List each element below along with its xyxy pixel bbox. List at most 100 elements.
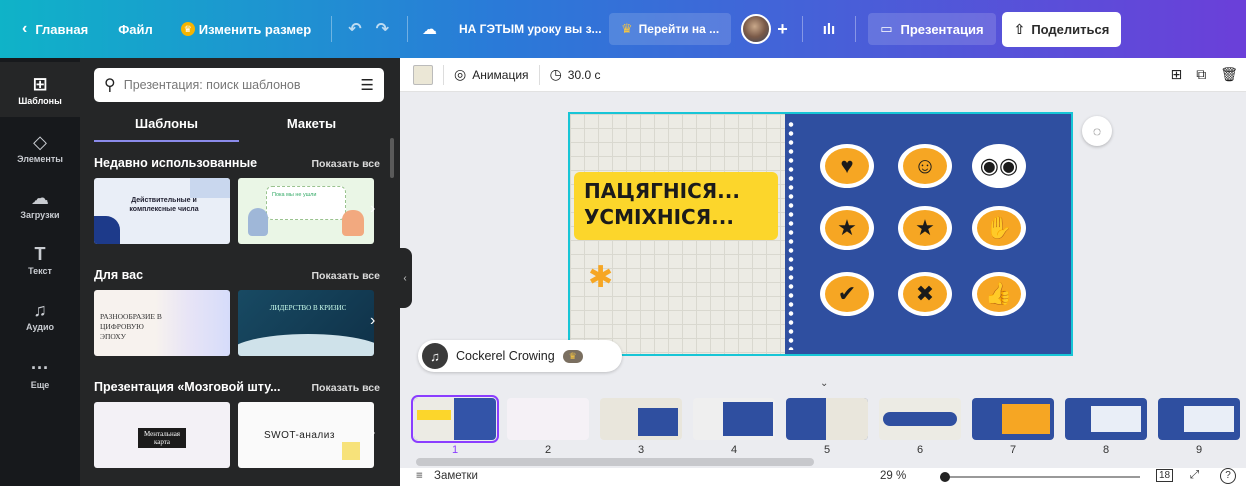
upgrade-button[interactable]: ♛ Перейти на ... [609, 13, 732, 45]
template-thumb[interactable]: Пока мы не ушли [238, 178, 374, 244]
share-button[interactable]: ⇧ Поделиться [1001, 11, 1122, 47]
templates-panel: ⚲ Презентация: поиск шаблонов ☰ Шаблоны … [80, 58, 400, 486]
cross-sticker[interactable]: ✖ [898, 272, 952, 316]
page-count[interactable]: 18 [1156, 469, 1174, 482]
music-note-icon: ♫ [422, 343, 448, 369]
hands-icon: ✋ [977, 210, 1021, 246]
dino-shape [248, 208, 268, 236]
tab-layouts[interactable]: Макеты [239, 110, 384, 142]
check-sticker[interactable]: ✔ [820, 272, 874, 316]
document-title[interactable]: НА ГЭТЫМ уроку вы з... [459, 0, 609, 58]
page-thumb-1[interactable] [411, 395, 499, 443]
notes-icon[interactable]: ≡ [416, 470, 423, 482]
upload-cloud-icon: ☁ [31, 187, 49, 208]
chevron-left-icon: ‹ [403, 272, 407, 284]
thumb-text: ЛИДЕРСТВО В КРИЗИС [269, 304, 347, 312]
template-thumb[interactable]: Действительные и комплексные числа [94, 178, 230, 244]
page-thumb-2[interactable] [507, 398, 589, 440]
add-page-icon[interactable]: ⊞ [1170, 66, 1182, 83]
page-thumb-7[interactable] [972, 398, 1054, 440]
section-title: Презентация «Мозговой шту... [94, 380, 281, 394]
duplicate-icon[interactable]: ⧉ [1196, 66, 1206, 83]
page-thumb-8[interactable] [1065, 398, 1147, 440]
filter-icon[interactable]: ☰ [361, 76, 374, 94]
add-comment-icon[interactable]: ◌ [1082, 116, 1112, 146]
animation-button[interactable]: Анимация [472, 68, 528, 82]
page-number: 4 [730, 444, 738, 456]
cloud-saved-icon[interactable]: ☁ [422, 0, 437, 58]
eyes-sticker[interactable]: ◉◉ [972, 144, 1026, 188]
present-button[interactable]: ▭ Презентация [868, 13, 996, 45]
thumb-block [1184, 406, 1234, 432]
rail-item-templates[interactable]: ⊞ Шаблоны [0, 62, 80, 117]
home-link[interactable]: Главная [35, 0, 88, 58]
search-placeholder: Презентация: поиск шаблонов [123, 78, 301, 92]
help-icon[interactable]: ? [1220, 468, 1236, 484]
fullscreen-icon[interactable]: ⤢ [1190, 469, 1199, 482]
rail-item-elements[interactable]: ◇ Элементы [0, 120, 80, 175]
chevron-right-icon[interactable]: › [370, 424, 375, 442]
cross-icon: ✖ [903, 276, 947, 312]
zoom-slider[interactable] [940, 472, 1140, 482]
add-collaborator-icon[interactable]: + [777, 0, 788, 58]
search-input[interactable]: ⚲ Презентация: поиск шаблонов ☰ [94, 68, 384, 102]
page-thumb-6[interactable] [879, 398, 961, 440]
zoom-slider-handle[interactable] [940, 472, 950, 482]
show-all-link[interactable]: Показать все [312, 382, 381, 394]
trash-icon[interactable]: 🗑 [1220, 66, 1238, 83]
insights-chart-icon[interactable]: ılı [823, 0, 836, 58]
thumbs-up-sticker[interactable]: 👍 [972, 272, 1026, 316]
back-chevron-icon[interactable]: ‹ [22, 0, 27, 58]
shooting-star-sticker[interactable]: ★ [820, 206, 874, 250]
text-icon: T [34, 243, 46, 264]
smile-sticker[interactable]: ☺ [898, 144, 952, 188]
eyes-icon: ◉◉ [977, 148, 1021, 184]
rail-item-label: Загрузки [20, 209, 60, 220]
thumb-wave [238, 334, 374, 356]
headline-line-1: ПАЦЯГНІСЯ... [584, 179, 740, 203]
background-color-swatch[interactable] [413, 64, 433, 85]
filmstrip-toggle-chevron-icon[interactable]: ⌄ [820, 378, 828, 389]
bottom-bar: ≡ Заметки 29 % 18 ⤢ ? [400, 468, 1246, 486]
star-sticker[interactable]: ★ [898, 206, 952, 250]
panel-scrollbar[interactable] [390, 138, 394, 178]
rail-item-text[interactable]: T Текст [0, 232, 80, 287]
template-thumb[interactable]: ЛИДЕРСТВО В КРИЗИС [238, 290, 374, 356]
high-five-sticker[interactable]: ✋ [972, 206, 1026, 250]
show-all-link[interactable]: Показать все [312, 158, 381, 170]
heart-smile-sticker[interactable]: ♥ [820, 144, 874, 188]
tab-templates[interactable]: Шаблоны [94, 110, 239, 142]
template-thumb[interactable]: Ментальная карта [94, 402, 230, 468]
redo-icon[interactable]: ↷ [376, 0, 389, 58]
rail-item-label: Элементы [17, 153, 63, 164]
page-thumb-9[interactable] [1158, 398, 1240, 440]
filmstrip-scrollbar[interactable] [416, 458, 814, 466]
chevron-right-icon[interactable]: › [370, 312, 375, 330]
divider [443, 64, 444, 85]
notes-button[interactable]: Заметки [434, 470, 478, 482]
rail-item-more[interactable]: ··· Еще [0, 346, 80, 401]
template-thumb[interactable]: SWOT-анализ [238, 402, 374, 468]
slide-headline[interactable]: ПАЦЯГНІСЯ... УСМІХНІСЯ... [574, 172, 778, 240]
template-thumb[interactable]: РАЗНООБРАЗИЕ В ЦИФРОВУЮ ЭПОХУ [94, 290, 230, 356]
zoom-level[interactable]: 29 % [880, 470, 906, 482]
page-thumb-5[interactable] [786, 398, 868, 440]
slide-canvas[interactable]: ПАЦЯГНІСЯ... УСМІХНІСЯ... ✱ ♥ ☺ ◉◉ ★ ★ ✋… [568, 112, 1073, 356]
avatar[interactable] [741, 14, 772, 44]
audio-track-pill[interactable]: ♫ Cockerel Crowing ♛ [418, 340, 622, 372]
left-rail: ⊞ Шаблоны ◇ Элементы ☁ Загрузки T Текст … [0, 58, 80, 486]
undo-icon[interactable]: ↶ [348, 0, 361, 58]
editor-toolbar: ◎ Анимация ◷ 30.0 с ⊞ ⧉ 🗑 [400, 58, 1246, 92]
page-thumb-4[interactable] [693, 398, 775, 440]
present-label: Презентация [900, 21, 984, 37]
rail-item-audio[interactable]: ♫ Аудио [0, 288, 80, 343]
show-all-link[interactable]: Показать все [312, 270, 381, 282]
chevron-right-icon[interactable]: › [370, 200, 375, 218]
duration-button[interactable]: 30.0 с [568, 68, 601, 82]
resize-button[interactable]: ♛ Изменить размер [180, 0, 311, 58]
collapse-panel-handle[interactable]: ‹ [398, 248, 412, 308]
page-thumb-3[interactable] [600, 398, 682, 440]
headline-line-2: УСМІХНІСЯ... [584, 205, 734, 229]
rail-item-uploads[interactable]: ☁ Загрузки [0, 176, 80, 231]
file-menu[interactable]: Файл [118, 0, 153, 58]
